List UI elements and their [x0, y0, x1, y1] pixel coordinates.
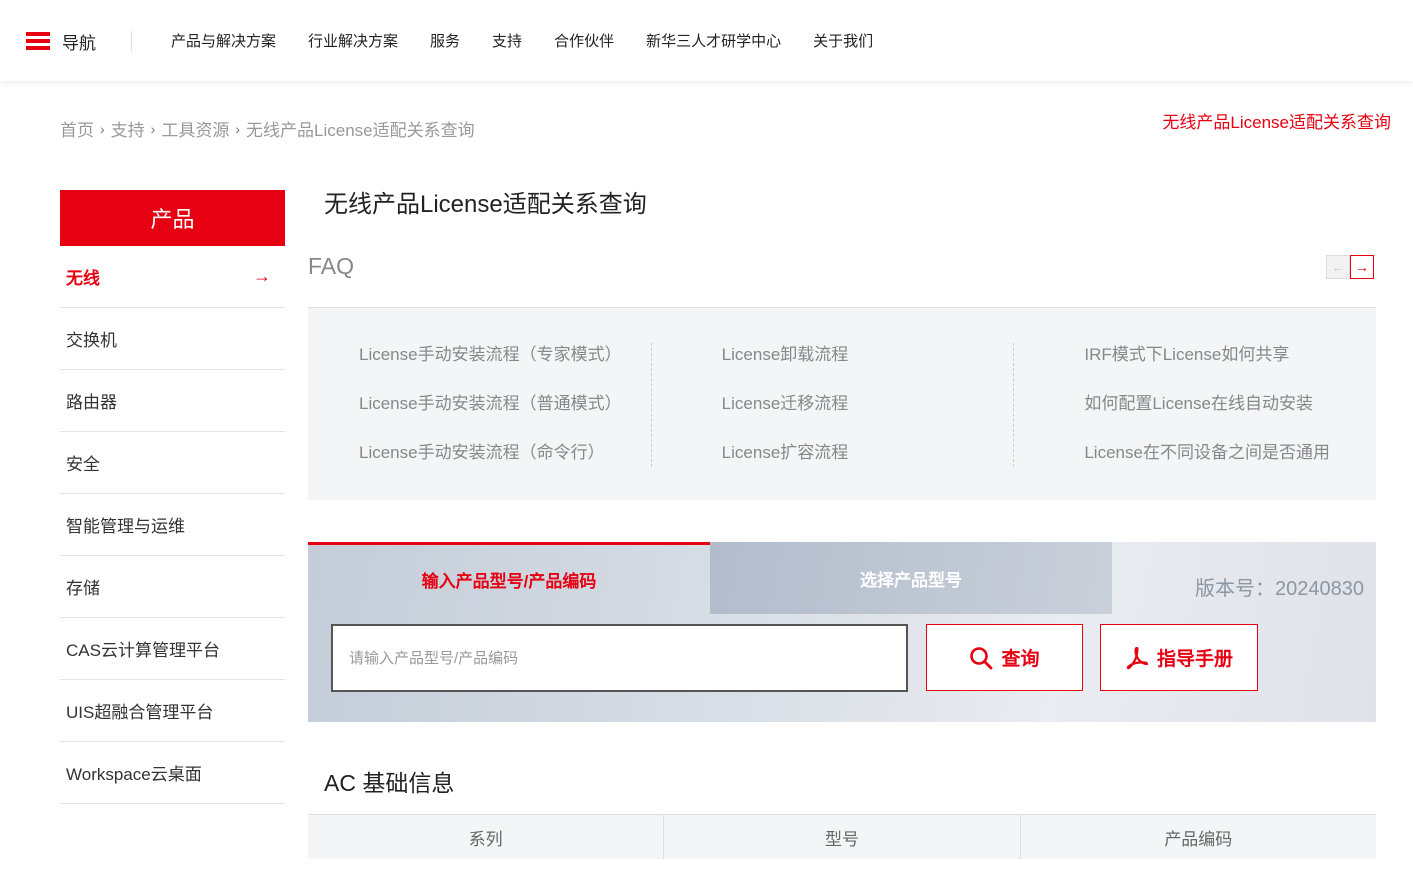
sidebar-item-label: Workspace云桌面: [66, 765, 202, 784]
manual-button[interactable]: 指导手册: [1100, 624, 1258, 691]
breadcrumb-tools[interactable]: 工具资源: [161, 116, 229, 141]
breadcrumb-home[interactable]: 首页: [60, 116, 94, 141]
nav-item-service[interactable]: 服务: [430, 30, 460, 51]
faq-link[interactable]: License迁移流程: [722, 392, 1014, 441]
arrow-left-icon[interactable]: ←: [1326, 255, 1350, 279]
query-button-label: 查询: [1001, 649, 1040, 670]
faq-pager: ← →: [1326, 255, 1374, 279]
nav-item-talent-center[interactable]: 新华三人才研学中心: [646, 30, 781, 51]
column-header: 型号: [663, 815, 1019, 859]
nav-item-industry[interactable]: 行业解决方案: [308, 30, 398, 51]
sidebar-item-label: UIS超融合管理平台: [66, 703, 214, 722]
nav-divider: [131, 31, 132, 51]
faq-link[interactable]: License手动安装流程（命令行）: [359, 441, 651, 490]
sidebar-heading: 产品: [60, 190, 285, 246]
sidebar-item-label: 存储: [66, 579, 100, 598]
faq-link[interactable]: License手动安装流程（普通模式）: [359, 392, 651, 441]
table-header: 系列 型号 产品编码: [308, 815, 1376, 859]
product-sidebar: 产品 无线 → 交换机 路由器 安全 智能管理与运维 存储 CAS云计算管理平台…: [60, 190, 285, 804]
arrow-right-icon[interactable]: →: [1350, 255, 1374, 279]
nav-menu-button[interactable]: 导航: [26, 30, 96, 53]
faq-link[interactable]: License扩容流程: [722, 441, 1014, 490]
breadcrumb: 首页 › 支持 › 工具资源 › 无线产品License适配关系查询: [60, 116, 475, 141]
manual-button-label: 指导手册: [1156, 649, 1233, 670]
breadcrumb-separator: ›: [235, 120, 241, 137]
product-search-input[interactable]: [331, 624, 908, 692]
sidebar-item-router[interactable]: 路由器: [60, 370, 285, 432]
query-panel: 输入产品型号/产品编码 选择产品型号 版本号：20240830 查询 指导手册: [308, 542, 1376, 722]
faq-link[interactable]: License手动安装流程（专家模式）: [359, 343, 651, 392]
nav-menu-label: 导航: [62, 33, 96, 53]
section-title: AC 基础信息: [324, 770, 455, 796]
faq-link[interactable]: License在不同设备之间是否通用: [1084, 441, 1376, 490]
hamburger-icon: [26, 32, 50, 50]
sidebar-item-switch[interactable]: 交换机: [60, 308, 285, 370]
sidebar-item-storage[interactable]: 存储: [60, 556, 285, 618]
faq-column: License卸载流程 License迁移流程 License扩容流程: [650, 308, 1014, 500]
sidebar-item-cas[interactable]: CAS云计算管理平台: [60, 618, 285, 680]
sidebar-item-label: 路由器: [66, 393, 117, 412]
sidebar-item-workspace[interactable]: Workspace云桌面: [60, 742, 285, 804]
tab-input-model[interactable]: 输入产品型号/产品编码: [308, 542, 710, 614]
nav-item-about[interactable]: 关于我们: [813, 30, 873, 51]
page-title: 无线产品License适配关系查询: [324, 191, 647, 218]
sidebar-item-uis[interactable]: UIS超融合管理平台: [60, 680, 285, 742]
pdf-icon: [1126, 646, 1149, 669]
license-query-link[interactable]: 无线产品License适配关系查询: [1162, 108, 1391, 133]
breadcrumb-current: 无线产品License适配关系查询: [246, 121, 475, 140]
faq-link[interactable]: 如何配置License在线自动安装: [1084, 392, 1376, 441]
search-icon: [970, 646, 993, 669]
version-label: 版本号：20240830: [1195, 578, 1364, 600]
tab-select-model[interactable]: 选择产品型号: [710, 542, 1112, 614]
sidebar-item-wireless[interactable]: 无线 →: [60, 246, 285, 308]
faq-list: License手动安装流程（专家模式） License手动安装流程（普通模式） …: [308, 308, 1376, 500]
sidebar-item-label: 安全: [66, 455, 100, 474]
arrow-right-icon: →: [253, 266, 271, 286]
sidebar-item-security[interactable]: 安全: [60, 432, 285, 494]
faq-link[interactable]: License卸载流程: [722, 343, 1014, 392]
query-button[interactable]: 查询: [926, 624, 1083, 691]
faq-title: FAQ: [308, 253, 355, 279]
sidebar-item-label: 交换机: [66, 331, 117, 350]
faq-link[interactable]: IRF模式下License如何共享: [1084, 343, 1376, 392]
sidebar-item-management[interactable]: 智能管理与运维: [60, 494, 285, 556]
nav-item-support[interactable]: 支持: [492, 30, 522, 51]
breadcrumb-separator: ›: [100, 120, 105, 137]
faq-column: IRF模式下License如何共享 如何配置License在线自动安装 Lice…: [1013, 308, 1376, 500]
faq-column: License手动安装流程（专家模式） License手动安装流程（普通模式） …: [308, 308, 651, 500]
top-navigation: 导航 产品与解决方案 行业解决方案 服务 支持 合作伙伴 新华三人才研学中心 关…: [0, 0, 1413, 81]
main-nav: 产品与解决方案 行业解决方案 服务 支持 合作伙伴 新华三人才研学中心 关于我们: [155, 30, 889, 51]
sidebar-item-label: 智能管理与运维: [66, 517, 185, 536]
nav-item-partners[interactable]: 合作伙伴: [554, 30, 614, 51]
breadcrumb-separator: ›: [150, 120, 156, 137]
breadcrumb-support[interactable]: 支持: [111, 116, 145, 141]
nav-item-products[interactable]: 产品与解决方案: [171, 30, 276, 51]
sidebar-item-label: 无线: [66, 269, 100, 288]
column-header: 系列: [468, 829, 503, 849]
column-header: 产品编码: [1019, 815, 1376, 859]
sidebar-item-label: CAS云计算管理平台: [66, 641, 220, 660]
